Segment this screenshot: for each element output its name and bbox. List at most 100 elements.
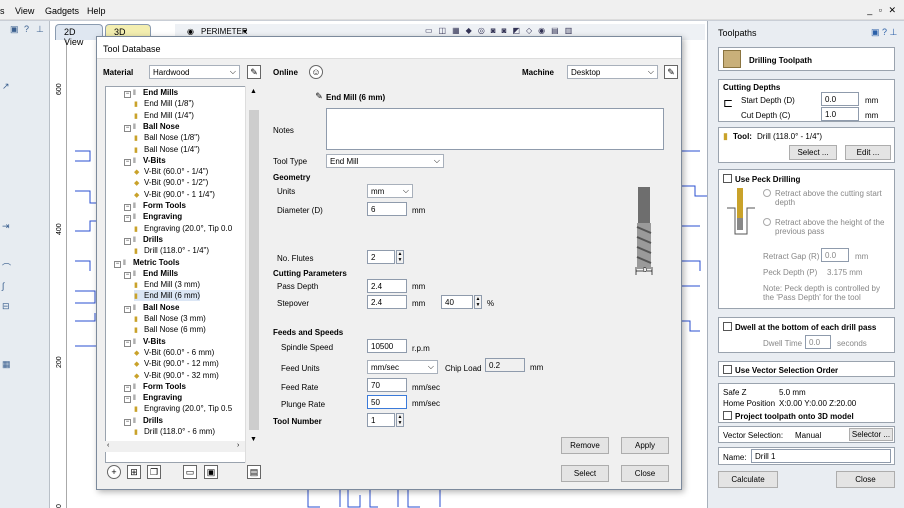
online-user-icon[interactable]: ☺ (309, 65, 323, 79)
machine-select[interactable]: Desktop ⌵ (567, 65, 658, 79)
import-icon[interactable]: ⇥ (2, 221, 12, 231)
edit-tool-button[interactable]: Edit ... (845, 145, 891, 160)
scroll-right-icon[interactable]: › (237, 442, 239, 449)
tree-item[interactable]: − ‖ Engraving (124, 392, 182, 404)
tree-item[interactable]: ▮ Drill (118.0° - 6 mm) (134, 426, 215, 437)
panel-pin-icon[interactable]: ▣ ? ⊥ (871, 27, 897, 38)
tree-item[interactable]: ▮ End Mill (6 mm) (134, 290, 201, 302)
apply-button[interactable]: Apply (621, 437, 669, 454)
help-icon[interactable]: ? (24, 24, 34, 34)
select-tool-button[interactable]: Select ... (789, 145, 837, 160)
view-tool-icons[interactable]: ▭◫▦◆◎◙◙◩◇◉▤▥ (425, 26, 578, 35)
drawing-tool-icon[interactable]: ↗ (2, 81, 12, 91)
select-button[interactable]: Select (561, 465, 609, 482)
scroll-up-icon[interactable]: ▲ (250, 88, 257, 95)
tree-item[interactable]: − ‖ Form Tools (124, 200, 186, 211)
tree-item[interactable]: ◆ V-Bit (90.0° - 12 mm) (134, 358, 219, 369)
tree-item[interactable]: − ‖ Drills (124, 234, 163, 245)
tree-item[interactable]: ▮ End Mill (1/4") (134, 110, 194, 121)
collapse-icon[interactable]: − (124, 305, 131, 313)
tree-item[interactable]: − ‖ Engraving (124, 211, 182, 223)
add-group-icon[interactable]: ⊞ (127, 465, 141, 479)
stepover-percent-stepper[interactable]: ▲ ▼ (474, 295, 482, 309)
feed-units-select[interactable]: mm/sec ⌵ (367, 360, 438, 374)
tree-item[interactable]: − ‖ Metric Tools (114, 257, 180, 268)
tree-item[interactable]: ▮ Ball Nose (6 mm) (134, 324, 206, 335)
retract-start-radio[interactable] (763, 189, 771, 198)
chevron-down-icon[interactable]: ▾ (243, 27, 247, 36)
material-select[interactable]: Hardwood ⌵ (149, 65, 240, 79)
tree-item[interactable]: ▮ Ball Nose (3 mm) (134, 313, 206, 324)
collapse-icon[interactable]: − (124, 396, 131, 404)
scroll-down-icon[interactable]: ▼ (250, 436, 257, 443)
tree-hscrollbar[interactable]: ‹ › (105, 441, 245, 452)
menu-item-file[interactable]: s (0, 6, 5, 16)
collapse-icon[interactable]: − (124, 204, 131, 211)
scroll-left-icon[interactable]: ‹ (107, 442, 109, 449)
tool-number-input[interactable]: 1 (367, 413, 395, 427)
flutes-input[interactable]: 2 (367, 250, 395, 264)
start-depth-input[interactable]: 0.0 (821, 92, 859, 106)
tree-item[interactable]: ◆ V-Bit (60.0° - 6 mm) (134, 347, 214, 358)
collapse-icon[interactable]: − (124, 339, 131, 347)
tree-item[interactable]: − ‖ V-Bits (124, 336, 166, 347)
retract-height-radio[interactable] (763, 218, 771, 227)
scrollbar-thumb[interactable] (249, 110, 259, 430)
tree-item[interactable]: ◆ V-Bit (90.0° - 32 mm) (134, 370, 219, 381)
cut-depth-input[interactable]: 1.0 (821, 107, 859, 121)
stepover-input[interactable]: 2.4 (367, 295, 407, 309)
remove-button[interactable]: Remove (561, 437, 609, 454)
tree-item[interactable]: − ‖ Drills (124, 415, 163, 426)
plunge-rate-input[interactable]: 50 (367, 395, 407, 409)
tree-item[interactable]: ◆ V-Bit (90.0° - 1/2") (134, 177, 208, 188)
tree-item[interactable]: ▮ Ball Nose (1/4") (134, 144, 200, 155)
layout-icon[interactable]: ▣ (10, 24, 20, 34)
collapse-icon[interactable]: − (124, 158, 131, 166)
collapse-icon[interactable]: − (124, 124, 131, 132)
tree-item[interactable]: − ‖ End Mills (124, 87, 178, 98)
edit-tool-icon[interactable]: ✎ (312, 90, 326, 104)
units-select[interactable]: mm ⌵ (367, 184, 413, 198)
pass-depth-input[interactable]: 2.4 (367, 279, 407, 293)
save-icon[interactable]: ▣ (204, 465, 218, 479)
collapse-icon[interactable]: − (124, 215, 131, 223)
spindle-speed-input[interactable]: 10500 (367, 339, 407, 353)
stepover-percent-input[interactable]: 40 (441, 295, 473, 309)
feed-rate-input[interactable]: 70 (367, 378, 407, 392)
notes-textarea[interactable] (326, 108, 664, 150)
layer-dropdown[interactable]: PERIMETER (201, 27, 248, 36)
add-tool-icon[interactable]: + (107, 465, 121, 479)
tree-item[interactable]: − ‖ Form Tools (124, 381, 186, 392)
tool-tree[interactable]: − ‖ End Mills ▮ End Mill (1/8") ▮ End Mill (1/… (105, 86, 262, 463)
peck-drilling-checkbox[interactable]: Use Peck Drilling (723, 174, 800, 184)
export-icon[interactable]: ▤ (247, 465, 261, 479)
flutes-stepper[interactable]: ▲ ▼ (396, 250, 404, 264)
tree-item[interactable]: ◆ V-Bit (90.0° - 1 1/4") (134, 189, 215, 200)
menu-item-gadgets[interactable]: Gadgets (45, 6, 79, 16)
window-controls[interactable]: _ ▫ ✕ (867, 5, 898, 16)
tree-item[interactable]: ▮ Ball Nose (1/8") (134, 132, 200, 143)
retract-gap-input[interactable]: 0.0 (821, 248, 849, 262)
tree-item[interactable]: − ‖ V-Bits (124, 155, 166, 166)
collapse-icon[interactable]: − (124, 237, 131, 245)
collapse-icon[interactable]: − (124, 91, 131, 98)
tool-type-select[interactable]: End Mill ⌵ (326, 154, 444, 168)
tree-item[interactable]: − ‖ Ball Nose (124, 121, 179, 132)
diameter-input[interactable]: 6 (367, 202, 407, 216)
tree-item[interactable]: ▮ End Mill (1/8") (134, 98, 194, 109)
edit-material-icon[interactable]: ✎ (247, 65, 261, 79)
node-edit-icon[interactable]: ⌒ (2, 261, 12, 273)
tool-number-stepper[interactable]: ▲ ▼ (396, 413, 404, 427)
tree-item[interactable]: − ‖ End Mills (124, 268, 178, 279)
tree-item[interactable]: ▮ Engraving (20.0°, Tip 0.0 (134, 223, 232, 234)
collapse-icon[interactable]: − (124, 384, 131, 392)
menu-item-help[interactable]: Help (87, 6, 106, 16)
tree-item[interactable]: ▮ Drill (118.0° - 1/4") (134, 245, 209, 256)
close-button[interactable]: Close (621, 465, 669, 482)
name-input[interactable]: Drill 1 (751, 449, 891, 463)
open-folder-icon[interactable]: ▭ (183, 465, 197, 479)
pin-icon[interactable]: ⊥ (36, 24, 46, 34)
panel-close-button[interactable]: Close (836, 471, 895, 488)
edit-machine-icon[interactable]: ✎ (664, 65, 678, 79)
vector-order-checkbox[interactable]: Use Vector Selection Order (723, 365, 838, 375)
